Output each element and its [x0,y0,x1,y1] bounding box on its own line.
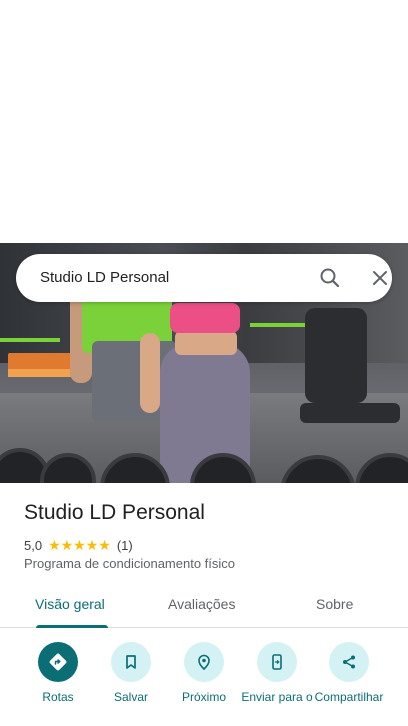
photo-figure [170,303,240,333]
directions-label: Rotas [42,690,74,704]
photo-bench [300,403,400,423]
rating-row[interactable]: 5,0 ★★★★★ (1) [24,536,133,554]
star-rating-icon: ★★★★★ [48,536,111,553]
share-icon [329,642,369,682]
photo-rack [250,323,310,327]
close-icon[interactable] [368,266,392,290]
tab-indicator [36,625,108,628]
place-category: Programa de condicionamento físico [24,556,236,571]
nearby-label: Próximo [181,690,226,704]
tab-overview[interactable]: Visão geral [35,596,105,612]
tab-bar: Visão geral Avaliações Sobre [0,588,408,628]
nearby-button[interactable]: Próximo [166,642,242,704]
send-to-phone-icon [257,642,297,682]
photo-figure [140,333,160,413]
search-icon[interactable] [318,266,342,290]
directions-icon [38,642,78,682]
search-bar[interactable]: Studio LD Personal [16,254,392,302]
send-to-phone-label: Enviar para o [241,690,313,704]
save-label: Salvar [113,690,148,704]
share-button[interactable]: Compartilhar [311,642,387,704]
tab-about[interactable]: Sobre [316,596,353,612]
rating-value: 5,0 [24,537,43,553]
photo-rack [0,338,60,342]
share-label: Compartilhar [314,690,384,704]
map-area-blank [0,0,408,243]
tab-reviews[interactable]: Avaliações [168,596,235,612]
review-count: (1) [116,537,133,553]
photo-bench [305,308,367,403]
place-title: Studio LD Personal [24,501,205,524]
send-to-phone-button[interactable]: Enviar para o [239,642,315,704]
save-button[interactable]: Salvar [93,642,169,704]
bookmark-icon [111,642,151,682]
nearby-icon [184,642,224,682]
search-input[interactable]: Studio LD Personal [40,269,169,286]
directions-button[interactable]: Rotas [20,642,96,704]
photo-figure [175,331,237,355]
action-bar: Rotas Salvar Próximo Enviar para o Compa… [0,640,408,726]
